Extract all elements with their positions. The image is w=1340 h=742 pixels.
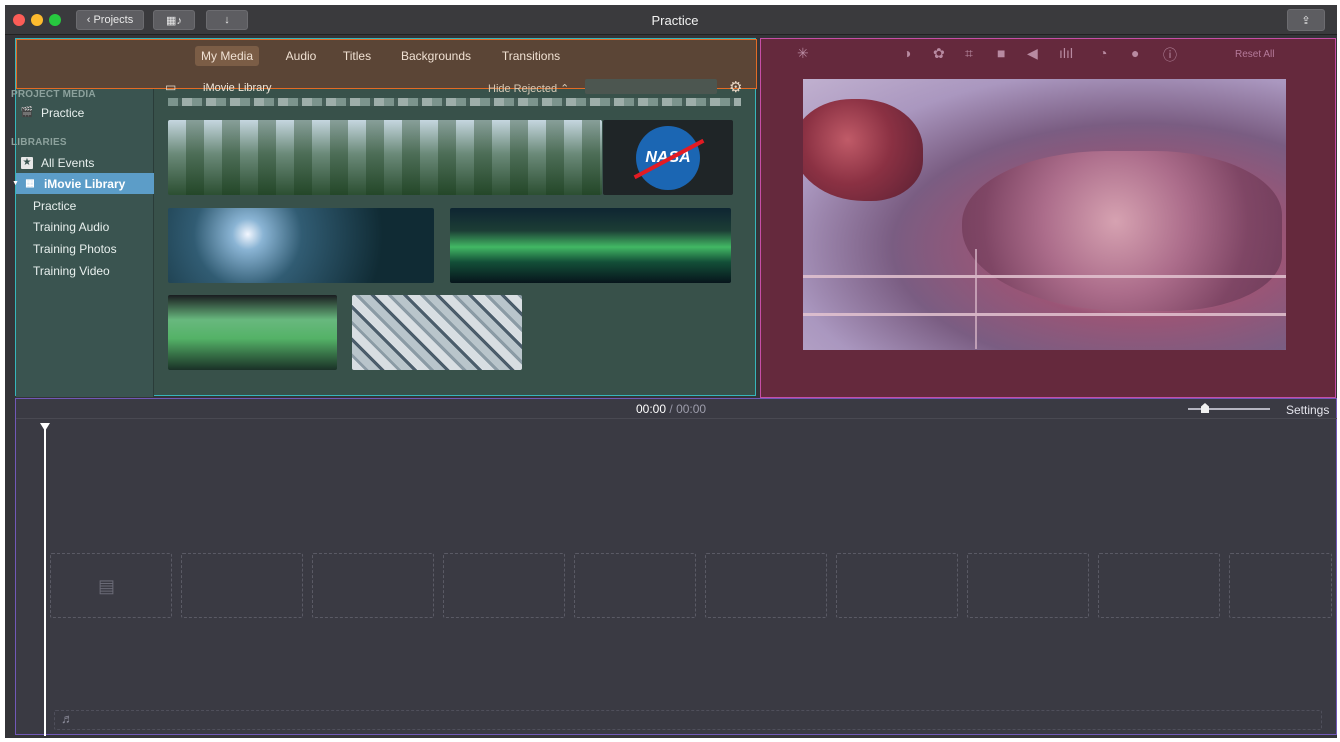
timeline-slot[interactable] — [967, 553, 1089, 618]
nasa-logo: NASA — [636, 125, 700, 190]
tab-audio[interactable]: Audio — [283, 46, 319, 66]
sidebar-item-training-audio[interactable]: Training Audio — [16, 216, 154, 237]
clapperboard-icon: 🎬 — [20, 106, 34, 118]
chevron-updown-icon: ⌃ — [560, 83, 570, 95]
equalizer-icon[interactable]: ılıl — [1059, 45, 1073, 61]
gear-icon[interactable]: ⚙ — [729, 78, 742, 96]
timeline: 00:00 / 00:00 Settings ▤ ♬ — [15, 398, 1337, 736]
tab-titles[interactable]: Titles — [342, 46, 372, 66]
viewer-toolbar: ✳ ◑ ✿ ⌗ ■ ◀ ılıl ◔ ● ⓘ Reset All — [761, 41, 1337, 65]
speed-icon[interactable]: ◔ — [1099, 45, 1107, 61]
title-bar: ‹ Projects ▦♪ ↓ Practice ⇪ — [5, 5, 1337, 35]
timeline-slot[interactable] — [705, 553, 827, 618]
tab-backgrounds[interactable]: Backgrounds — [401, 46, 471, 66]
library-sidebar: PROJECT MEDIA 🎬 Practice LIBRARIES ★ All… — [11, 89, 154, 397]
sidebar-item-practice-project[interactable]: 🎬 Practice — [16, 102, 154, 123]
clip-astronauts[interactable] — [168, 120, 602, 195]
viewer: ✳ ◑ ✿ ⌗ ■ ◀ ılıl ◔ ● ⓘ Reset All — [760, 38, 1336, 398]
timeline-slot[interactable] — [1229, 553, 1332, 618]
timeline-slot[interactable] — [443, 553, 565, 618]
timeline-header: 00:00 / 00:00 Settings — [16, 399, 1337, 419]
camera-icon[interactable]: ■ — [997, 45, 1005, 61]
clip-aurora-window[interactable] — [168, 295, 337, 370]
timeline-slot[interactable] — [181, 553, 303, 618]
video-preview[interactable] — [803, 79, 1286, 350]
library-title: iMovie Library — [203, 82, 272, 94]
share-button[interactable]: ⇪ — [1287, 9, 1325, 31]
reset-all-button[interactable]: Reset All — [1235, 49, 1274, 60]
hide-rejected-select[interactable]: Hide Rejected ⌃ — [488, 82, 569, 95]
share-icon: ⇪ — [1301, 14, 1311, 27]
grill-post — [975, 249, 977, 349]
sidebar-item-all-events[interactable]: ★ All Events — [16, 152, 154, 173]
palette-icon[interactable]: ✿ — [933, 45, 945, 62]
clip-launch[interactable] — [168, 208, 434, 283]
disclosure-triangle-icon: ▼ — [12, 180, 19, 187]
sidebar-item-imovie-library[interactable]: ▼ ▦ iMovie Library — [12, 173, 154, 194]
library-bar: ▭ iMovie Library Hide Rejected ⌃ ⌕ ⚙ — [155, 78, 758, 96]
volume-icon[interactable]: ◀ — [1027, 45, 1038, 62]
zoom-slider-track[interactable] — [1188, 408, 1270, 410]
sidebar-toggle-icon[interactable]: ▭ — [165, 80, 176, 94]
filter-icon[interactable]: ● — [1131, 45, 1139, 61]
music-note-icon: ♬ — [61, 711, 74, 726]
timeline-settings-button[interactable]: Settings — [1286, 403, 1329, 417]
timeline-slot[interactable] — [312, 553, 434, 618]
crop-icon[interactable]: ⌗ — [965, 45, 973, 62]
search-input[interactable] — [585, 79, 717, 94]
tab-my-media[interactable]: My Media — [195, 46, 259, 66]
timeline-slot[interactable] — [836, 553, 958, 618]
sidebar-item-training-photos[interactable]: Training Photos — [16, 238, 154, 259]
playhead[interactable] — [44, 429, 46, 736]
grill-bar — [803, 275, 1286, 278]
timeline-slot[interactable] — [1098, 553, 1220, 618]
timecode: 00:00 / 00:00 — [636, 402, 707, 416]
burger-patty-left — [803, 99, 923, 201]
timeline-slot[interactable]: ▤ — [50, 553, 172, 618]
info-icon[interactable]: ⓘ — [1163, 45, 1177, 65]
color-balance-icon[interactable]: ◑ — [903, 45, 911, 61]
clip-nasa-logo[interactable]: NASA — [603, 120, 733, 195]
imovie-window: ‹ Projects ▦♪ ↓ Practice ⇪ My Media Audi… — [5, 5, 1337, 738]
grid-icon: ▦ — [25, 177, 35, 189]
magic-wand-icon[interactable]: ✳ — [797, 45, 809, 62]
audio-lane[interactable] — [54, 710, 1322, 730]
project-media-label: PROJECT MEDIA — [11, 89, 96, 100]
clip-strip-top[interactable] — [168, 98, 741, 106]
sidebar-item-practice[interactable]: Practice — [16, 195, 154, 216]
grill-bar — [803, 313, 1286, 316]
tab-transitions[interactable]: Transitions — [502, 46, 560, 66]
zoom-slider-knob[interactable] — [1201, 403, 1209, 413]
libraries-label: LIBRARIES — [11, 137, 67, 148]
timeline-slot[interactable] — [574, 553, 696, 618]
media-toolbar: My Media Audio Titles Backgrounds Transi… — [16, 39, 757, 96]
star-icon: ★ — [21, 156, 33, 169]
clip-map[interactable] — [352, 295, 522, 370]
burger-patty-right — [962, 151, 1282, 311]
sidebar-item-training-video[interactable]: Training Video — [16, 260, 154, 281]
media-browser: My Media Audio Titles Backgrounds Transi… — [11, 38, 757, 397]
clip-aurora-earth[interactable] — [450, 208, 731, 283]
film-icon: ▤ — [98, 576, 116, 596]
window-title: Practice — [651, 13, 699, 28]
